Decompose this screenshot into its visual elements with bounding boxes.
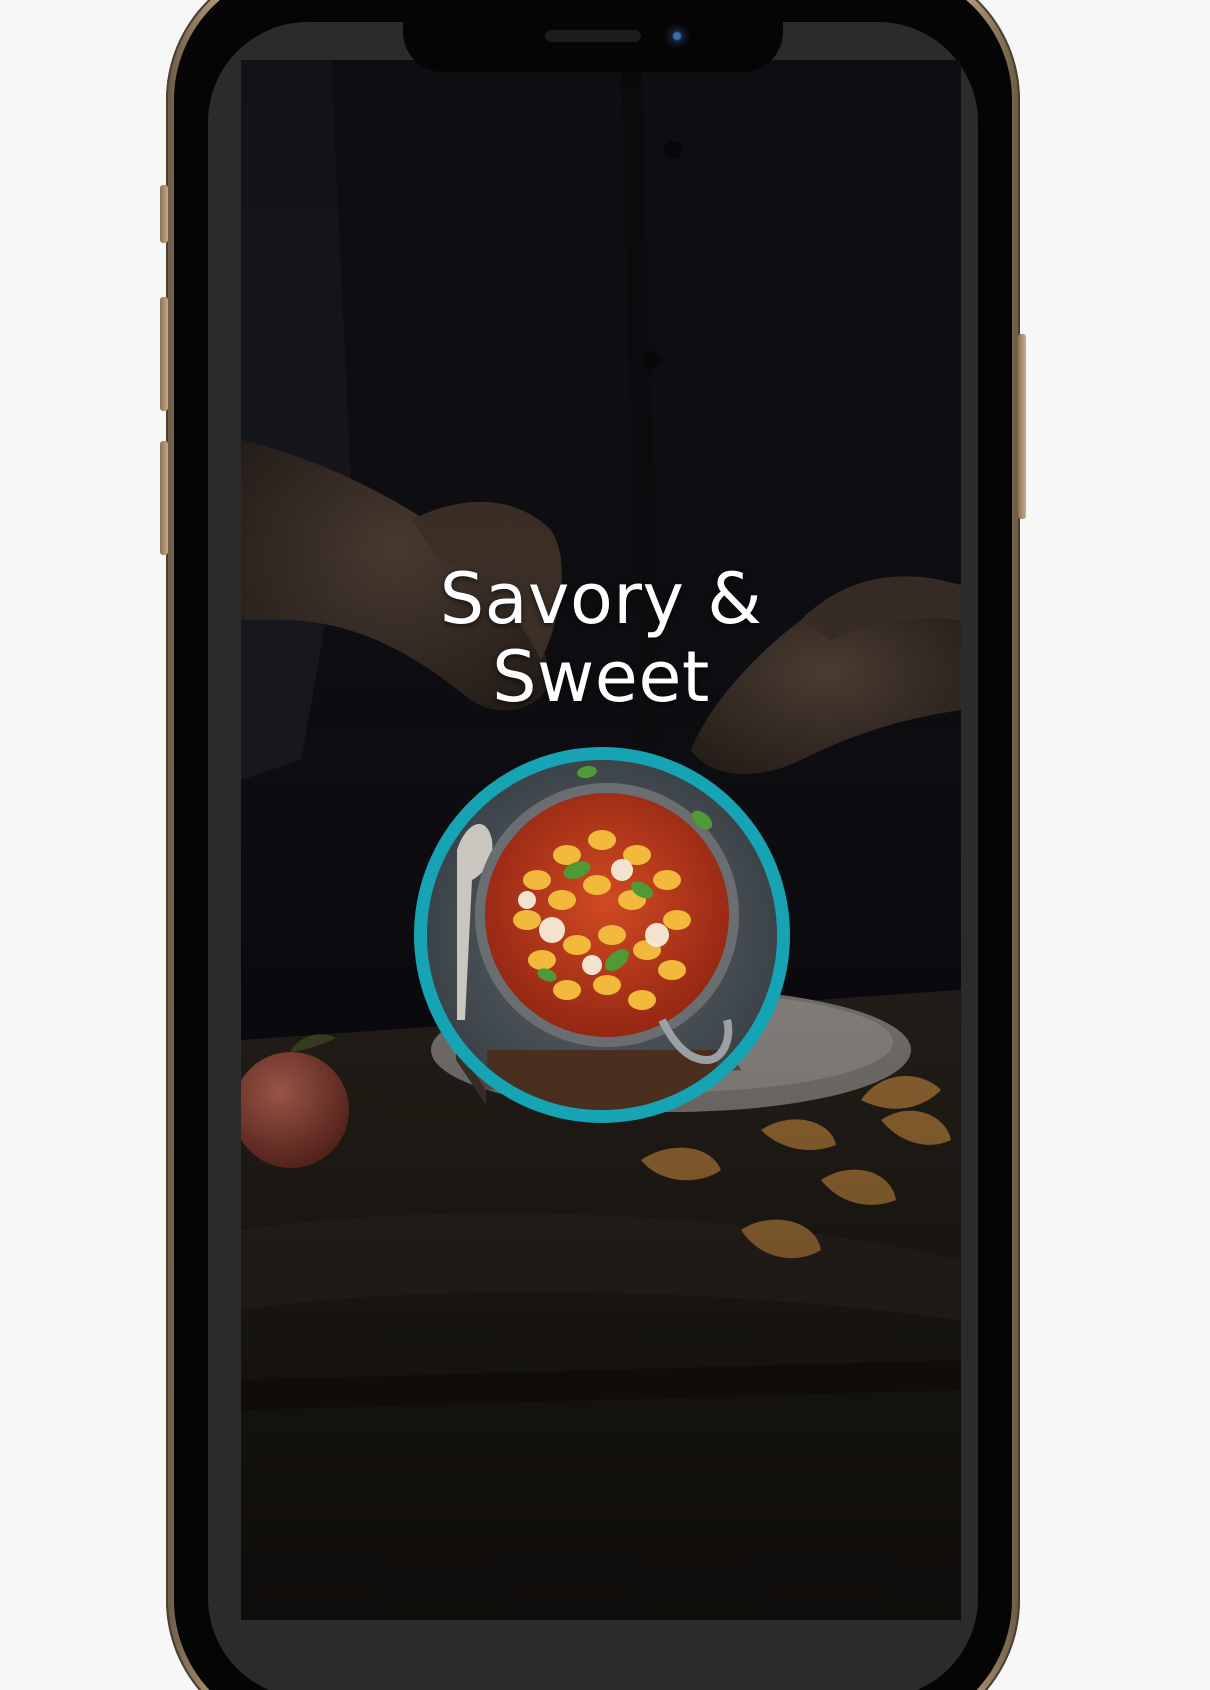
silent-switch — [160, 185, 168, 243]
power-button — [1018, 334, 1026, 519]
splash-screen: Savory & Sweet — [241, 60, 961, 1620]
volume-up-button — [160, 297, 168, 411]
front-camera-icon — [665, 24, 689, 48]
earpiece-speaker — [545, 30, 641, 42]
volume-down-button — [160, 441, 168, 555]
app-title-line-1: Savory & — [439, 558, 763, 640]
app-canvas: Savory & Sweet — [0, 0, 1210, 1690]
app-title-line-2: Sweet — [492, 636, 710, 718]
dish-photo-badge[interactable] — [414, 747, 790, 1123]
